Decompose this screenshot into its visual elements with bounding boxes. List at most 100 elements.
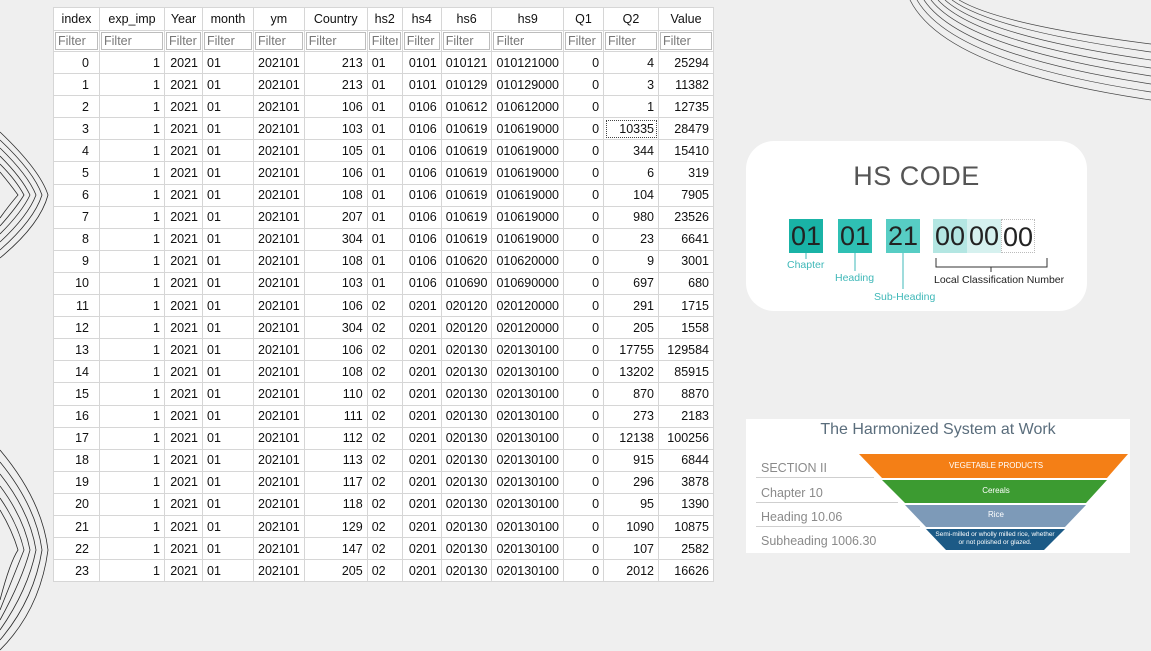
cell-hs4[interactable]: 0201 (401, 338, 442, 362)
table-row[interactable]: 22 1 2021 01 202101 147 02 0201 020130 020130100 0… (53, 537, 715, 561)
cell-q2[interactable]: 291 (603, 294, 660, 318)
cell-q1[interactable]: 0 (563, 316, 605, 340)
cell-ym[interactable]: 202101 (253, 360, 305, 384)
cell-value[interactable]: 680 (658, 271, 715, 296)
cell-hs9[interactable]: 020130100 (491, 338, 565, 362)
filter-input-hs6[interactable] (442, 32, 491, 50)
cell-hs2[interactable]: 01 (366, 50, 403, 75)
cell-month[interactable]: 01 (202, 404, 254, 428)
cell-index[interactable]: 23 (53, 559, 100, 583)
cell-index[interactable]: 18 (53, 448, 100, 472)
cell-q1[interactable]: 0 (563, 95, 605, 119)
cell-q1[interactable]: 0 (563, 117, 605, 141)
cell-index[interactable]: 11 (53, 294, 100, 318)
table-row[interactable]: 23 1 2021 01 202101 205 02 0201 020130 020130100 0… (53, 559, 715, 583)
cell-month[interactable]: 01 (202, 360, 254, 384)
table-row[interactable]: 1 1 2021 01 202101 213 01 0101 010129 010129000 0 3… (53, 73, 715, 97)
cell-ym[interactable]: 202101 (253, 537, 305, 561)
cell-hs6[interactable]: 010121 (440, 50, 493, 75)
table-row[interactable]: 3 1 2021 01 202101 103 01 0106 010619 010619000 0 1… (53, 117, 715, 141)
cell-q1[interactable]: 0 (563, 426, 605, 450)
cell-value[interactable]: 1558 (658, 316, 715, 340)
cell-hs4[interactable]: 0106 (401, 139, 442, 163)
cell-hs6[interactable]: 020130 (440, 338, 493, 362)
cell-hs4[interactable]: 0101 (401, 73, 442, 97)
cell-exp-imp[interactable]: 1 (99, 117, 165, 141)
cell-year[interactable]: 2021 (164, 338, 203, 362)
cell-hs6[interactable]: 010619 (440, 183, 493, 207)
cell-hs9[interactable]: 010619000 (491, 205, 565, 229)
cell-index[interactable]: 19 (53, 470, 100, 494)
cell-q1[interactable]: 0 (563, 338, 605, 362)
cell-q2[interactable]: 1090 (603, 514, 660, 539)
table-row[interactable]: 11 1 2021 01 202101 106 02 0201 020120 020120000 0… (53, 294, 715, 318)
cell-exp-imp[interactable]: 1 (99, 294, 165, 318)
cell-country[interactable]: 112 (303, 426, 368, 450)
cell-ym[interactable]: 202101 (253, 294, 305, 318)
cell-value[interactable]: 2582 (658, 537, 715, 561)
cell-value[interactable]: 12735 (658, 95, 715, 119)
cell-month[interactable]: 01 (202, 537, 254, 561)
cell-hs2[interactable]: 02 (366, 316, 403, 340)
cell-value[interactable]: 129584 (658, 338, 715, 362)
cell-exp-imp[interactable]: 1 (99, 338, 165, 362)
cell-value[interactable]: 16626 (658, 559, 715, 583)
filter-input-hs2[interactable] (368, 32, 401, 50)
cell-year[interactable]: 2021 (164, 294, 203, 318)
cell-index[interactable]: 17 (53, 426, 100, 450)
cell-hs4[interactable]: 0101 (401, 50, 442, 75)
cell-year[interactable]: 2021 (164, 492, 203, 516)
cell-country[interactable]: 147 (303, 537, 368, 561)
table-row[interactable]: 9 1 2021 01 202101 108 01 0106 010620 010620000 0 9… (53, 249, 715, 273)
cell-year[interactable]: 2021 (164, 183, 203, 207)
column-header-hs2[interactable]: hs2 (366, 7, 403, 31)
cell-hs6[interactable]: 020130 (440, 382, 493, 406)
cell-hs4[interactable]: 0106 (401, 227, 442, 251)
cell-index[interactable]: 3 (53, 117, 100, 141)
cell-q2[interactable]: 1 (603, 95, 660, 119)
cell-year[interactable]: 2021 (164, 360, 203, 384)
cell-ym[interactable]: 202101 (253, 382, 305, 406)
cell-ym[interactable]: 202101 (253, 426, 305, 450)
cell-index[interactable]: 13 (53, 338, 100, 362)
cell-hs6[interactable]: 020130 (440, 470, 493, 494)
cell-hs2[interactable]: 02 (366, 470, 403, 494)
cell-index[interactable]: 20 (53, 492, 100, 516)
cell-month[interactable]: 01 (202, 227, 254, 251)
cell-exp-imp[interactable]: 1 (99, 205, 165, 229)
cell-hs9[interactable]: 010690000 (491, 271, 565, 296)
cell-country[interactable]: 213 (303, 73, 368, 97)
filter-input-index[interactable] (55, 32, 98, 50)
cell-year[interactable]: 2021 (164, 227, 203, 251)
cell-hs9[interactable]: 010619000 (491, 117, 565, 141)
cell-hs9[interactable]: 020130100 (491, 514, 565, 539)
cell-hs4[interactable]: 0201 (401, 492, 442, 516)
cell-ym[interactable]: 202101 (253, 559, 305, 583)
column-header-ym[interactable]: ym (253, 7, 305, 31)
cell-hs9[interactable]: 020130100 (491, 537, 565, 561)
cell-month[interactable]: 01 (202, 117, 254, 141)
cell-hs9[interactable]: 020130100 (491, 492, 565, 516)
cell-hs9[interactable]: 010620000 (491, 249, 565, 273)
cell-hs2[interactable]: 02 (366, 382, 403, 406)
cell-hs9[interactable]: 020130100 (491, 382, 565, 406)
cell-q2[interactable]: 915 (603, 448, 660, 472)
cell-country[interactable]: 110 (303, 382, 368, 406)
cell-value[interactable]: 7905 (658, 183, 715, 207)
cell-hs4[interactable]: 0106 (401, 271, 442, 296)
cell-month[interactable]: 01 (202, 559, 254, 583)
cell-index[interactable]: 10 (53, 271, 100, 296)
table-row[interactable]: 16 1 2021 01 202101 111 02 0201 020130 020130100 0… (53, 404, 715, 428)
cell-month[interactable]: 01 (202, 382, 254, 406)
cell-country[interactable]: 304 (303, 227, 368, 251)
cell-country[interactable]: 213 (303, 50, 368, 75)
cell-value[interactable]: 85915 (658, 360, 715, 384)
cell-hs4[interactable]: 0201 (401, 316, 442, 340)
cell-q1[interactable]: 0 (563, 50, 605, 75)
cell-q2[interactable]: 296 (603, 470, 660, 494)
table-row[interactable]: 18 1 2021 01 202101 113 02 0201 020130 020130100 0… (53, 448, 715, 472)
filter-input-exp-imp[interactable] (101, 32, 163, 50)
cell-q2[interactable]: 273 (603, 404, 660, 428)
cell-exp-imp[interactable]: 1 (99, 73, 165, 97)
cell-exp-imp[interactable]: 1 (99, 271, 165, 296)
